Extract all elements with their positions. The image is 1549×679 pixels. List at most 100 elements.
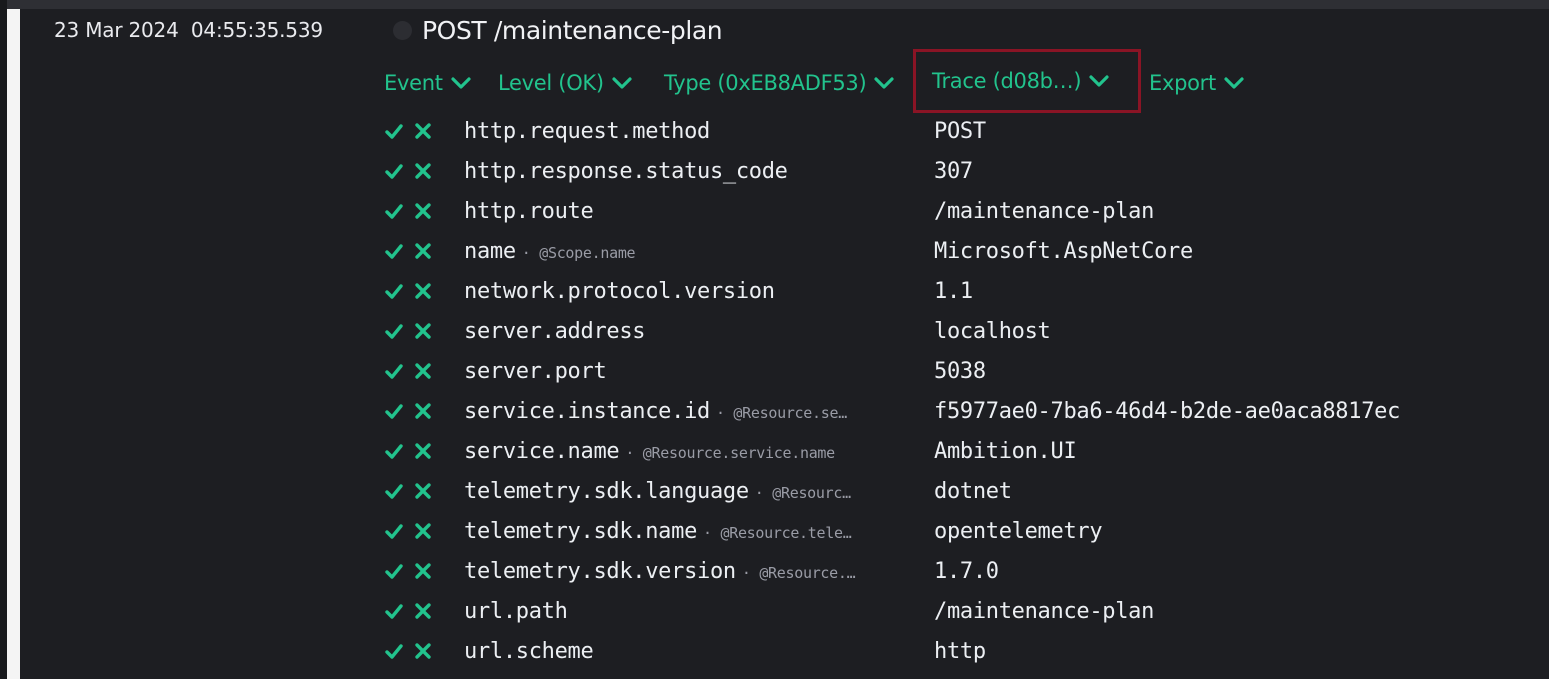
- property-value: /maintenance-plan: [934, 599, 1155, 624]
- property-value: Microsoft.AspNetCore: [934, 239, 1193, 264]
- property-key: telemetry.sdk.language · @Resourc…: [464, 476, 851, 509]
- property-key: http.response.status_code: [464, 156, 788, 188]
- property-key-text: server.port: [464, 359, 607, 384]
- property-key: http.request.method: [464, 116, 710, 148]
- property-value: /maintenance-plan: [934, 199, 1155, 224]
- check-icon[interactable]: [385, 362, 403, 380]
- cross-icon[interactable]: [414, 242, 432, 260]
- property-row: telemetry.sdk.version · @Resource.… 1.7.0: [384, 552, 1534, 592]
- export-menu-label: Export: [1149, 71, 1216, 95]
- check-icon[interactable]: [385, 242, 403, 260]
- property-scope: · @Resource.service.name: [625, 444, 835, 462]
- event-menu-label: Event: [384, 71, 443, 95]
- property-scope: · @Resource.se…: [715, 404, 847, 422]
- cross-icon[interactable]: [414, 482, 432, 500]
- cross-icon[interactable]: [414, 602, 432, 620]
- trace-menu[interactable]: Trace (d08b…): [913, 49, 1141, 113]
- property-key-text: telemetry.sdk.language: [464, 479, 749, 504]
- event-menu[interactable]: Event: [384, 66, 471, 100]
- level-menu[interactable]: Level (OK): [498, 66, 632, 100]
- event-timestamp: 23 Mar 2024 04:55:35.539: [54, 18, 323, 42]
- property-key-text: server.address: [464, 319, 646, 344]
- property-key: telemetry.sdk.name · @Resource.tele…: [464, 516, 852, 549]
- property-key-text: http.route: [464, 199, 594, 224]
- property-scope: · @Resource.…: [741, 564, 856, 582]
- property-row: telemetry.sdk.name · @Resource.tele… opent…: [384, 512, 1534, 552]
- cross-icon[interactable]: [414, 282, 432, 300]
- cross-icon[interactable]: [414, 362, 432, 380]
- property-key: service.instance.id · @Resource.se…: [464, 396, 847, 429]
- property-row: server.address localhost: [384, 312, 1534, 352]
- property-key: telemetry.sdk.version · @Resource.…: [464, 556, 856, 589]
- property-value: 5038: [934, 359, 986, 384]
- type-menu-label: Type (0xEB8ADF53): [664, 71, 867, 95]
- check-icon[interactable]: [385, 282, 403, 300]
- property-value: Ambition.UI: [934, 439, 1077, 464]
- property-key-text: url.scheme: [464, 639, 594, 664]
- check-icon[interactable]: [385, 202, 403, 220]
- export-menu[interactable]: Export: [1149, 66, 1244, 100]
- property-scope: · @Resourc…: [754, 484, 851, 502]
- check-icon[interactable]: [385, 522, 403, 540]
- property-value: opentelemetry: [934, 519, 1103, 544]
- property-value: 307: [934, 159, 973, 184]
- check-icon[interactable]: [385, 482, 403, 500]
- cross-icon[interactable]: [414, 162, 432, 180]
- property-key-text: name: [464, 239, 516, 264]
- cross-icon[interactable]: [414, 122, 432, 140]
- check-icon[interactable]: [385, 162, 403, 180]
- check-icon[interactable]: [385, 442, 403, 460]
- property-row: service.name · @Resource.service.name Ambi…: [384, 432, 1534, 472]
- property-row: name · @Scope.name Microsoft.AspNetCore: [384, 232, 1534, 272]
- property-scope: · @Resource.tele…: [703, 524, 852, 542]
- property-key-text: url.path: [464, 599, 568, 624]
- property-row: url.scheme http: [384, 632, 1534, 672]
- property-scope: · @Scope.name: [521, 244, 636, 262]
- chevron-down-icon: [451, 76, 471, 90]
- property-key-text: telemetry.sdk.name: [464, 519, 698, 544]
- property-row: http.route/maintenance-plan: [384, 192, 1534, 232]
- check-icon[interactable]: [385, 402, 403, 420]
- check-icon[interactable]: [385, 562, 403, 580]
- property-key-text: service.name: [464, 439, 620, 464]
- left-gutter: [0, 0, 7, 679]
- property-key-text: http.request.method: [464, 119, 710, 144]
- property-row: http.request.method POST: [384, 112, 1534, 152]
- property-value: 1.7.0: [934, 559, 999, 584]
- cross-icon[interactable]: [414, 522, 432, 540]
- property-row: telemetry.sdk.language · @Resourc… dotnet: [384, 472, 1534, 512]
- property-value: POST: [934, 119, 986, 144]
- property-key-text: service.instance.id: [464, 399, 710, 424]
- check-icon[interactable]: [385, 322, 403, 340]
- property-key: url.scheme: [464, 636, 594, 668]
- check-icon[interactable]: [385, 642, 403, 660]
- type-menu[interactable]: Type (0xEB8ADF53): [664, 66, 894, 100]
- property-row: http.response.status_code 307: [384, 152, 1534, 192]
- property-key: http.route: [464, 196, 594, 228]
- cross-icon[interactable]: [414, 202, 432, 220]
- check-icon[interactable]: [385, 602, 403, 620]
- property-value: 1.1: [934, 279, 973, 304]
- event-selection-bar: [7, 9, 20, 679]
- property-value: http: [934, 639, 986, 664]
- cross-icon[interactable]: [414, 322, 432, 340]
- cross-icon[interactable]: [414, 402, 432, 420]
- chevron-down-icon: [1089, 74, 1109, 88]
- property-value: f5977ae0-7ba6-46d4-b2de-ae0aca8817ec: [934, 399, 1401, 424]
- level-menu-label: Level (OK): [498, 71, 604, 95]
- property-value: localhost: [934, 319, 1051, 344]
- property-key: network.protocol.version: [464, 276, 775, 308]
- chevron-down-icon: [1224, 76, 1244, 90]
- check-icon[interactable]: [385, 122, 403, 140]
- cross-icon[interactable]: [414, 442, 432, 460]
- cross-icon[interactable]: [414, 642, 432, 660]
- chevron-down-icon: [874, 76, 894, 90]
- property-key-text: telemetry.sdk.version: [464, 559, 736, 584]
- property-key: service.name · @Resource.service.name: [464, 436, 835, 469]
- top-strip: [0, 0, 1549, 9]
- trace-menu-label: Trace (d08b…): [932, 69, 1082, 93]
- property-value: dotnet: [934, 479, 1012, 504]
- property-key-text: http.response.status_code: [464, 159, 788, 184]
- property-row: server.port 5038: [384, 352, 1534, 392]
- cross-icon[interactable]: [414, 562, 432, 580]
